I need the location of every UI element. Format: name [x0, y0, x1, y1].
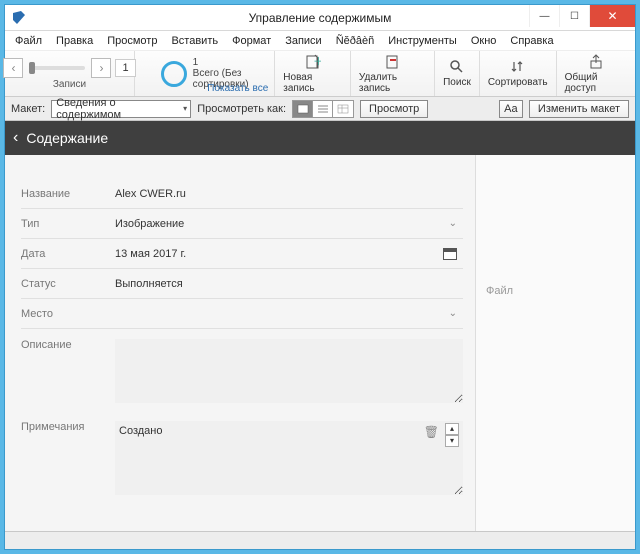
- sort-icon: [510, 59, 526, 75]
- layout-label: Макет:: [11, 103, 45, 115]
- section-header: ‹ Содержание: [5, 121, 635, 155]
- side-panel: Файл: [475, 155, 635, 531]
- notes-label: Примечания: [21, 421, 115, 433]
- description-textarea[interactable]: [115, 339, 463, 403]
- name-label: Название: [21, 188, 115, 200]
- desc-label: Описание: [21, 339, 115, 351]
- menu-records[interactable]: Записи: [279, 33, 328, 49]
- total-line1: Всего (Без: [193, 68, 249, 79]
- record-number[interactable]: 1: [115, 59, 135, 77]
- view-table-button[interactable]: [333, 101, 353, 117]
- toolbar: ‹ › 1 Записи 1 Всего (Без сортировки) По…: [5, 51, 635, 97]
- calendar-icon[interactable]: [443, 248, 457, 260]
- search-button[interactable]: Поиск: [435, 51, 480, 96]
- chevron-down-icon: ⌄: [443, 308, 463, 319]
- menu-format[interactable]: Формат: [226, 33, 277, 49]
- delete-record-button[interactable]: Удалить запись: [351, 51, 435, 96]
- search-icon: [449, 59, 465, 75]
- menu-bar: Файл Правка Просмотр Вставить Формат Зап…: [5, 31, 635, 51]
- menu-service[interactable]: Ñĕðâèñ: [330, 33, 381, 49]
- date-field[interactable]: 13 мая 2017 г.: [115, 246, 463, 262]
- record-slider[interactable]: [29, 66, 85, 70]
- close-button[interactable]: ✕: [589, 5, 635, 27]
- notes-textarea[interactable]: [115, 421, 463, 495]
- note-up-button[interactable]: ▴: [445, 423, 459, 435]
- edit-layout-button[interactable]: Изменить макет: [529, 100, 629, 118]
- type-label: Тип: [21, 218, 115, 230]
- place-label: Место: [21, 308, 115, 320]
- status-label: Статус: [21, 278, 115, 290]
- title-bar: Управление содержимым — ☐ ✕: [5, 5, 635, 31]
- view-form-button[interactable]: [293, 101, 313, 117]
- maximize-button[interactable]: ☐: [559, 5, 589, 27]
- menu-tools[interactable]: Инструменты: [382, 33, 463, 49]
- menu-help[interactable]: Справка: [504, 33, 559, 49]
- menu-insert[interactable]: Вставить: [165, 33, 224, 49]
- trash-icon[interactable]: 🗑: [424, 425, 439, 439]
- file-label: Файл: [486, 285, 625, 297]
- date-label: Дата: [21, 248, 115, 260]
- type-dropdown[interactable]: Изображение⌄: [115, 216, 463, 232]
- svg-text:＋: ＋: [313, 56, 321, 68]
- note-down-button[interactable]: ▾: [445, 435, 459, 447]
- share-button[interactable]: Общий доступ: [557, 51, 635, 96]
- viewas-label: Просмотреть как:: [197, 103, 286, 115]
- section-title: Содержание: [26, 130, 108, 146]
- layout-dropdown[interactable]: Сведения о содержимом: [51, 100, 191, 118]
- layout-bar: Макет: Сведения о содержимом Просмотреть…: [5, 97, 635, 121]
- view-list-button[interactable]: [313, 101, 333, 117]
- new-record-icon: ＋: [305, 54, 321, 70]
- place-dropdown[interactable]: ⌄: [115, 308, 463, 319]
- name-field[interactable]: [115, 186, 463, 202]
- delete-record-icon: [385, 54, 401, 70]
- total-count: 1: [193, 57, 249, 68]
- share-icon: [588, 54, 604, 70]
- prev-record-button[interactable]: ‹: [3, 58, 23, 78]
- records-label: Записи: [53, 79, 86, 90]
- sort-button[interactable]: Сортировать: [480, 51, 557, 96]
- aa-button[interactable]: Aa: [499, 100, 523, 118]
- menu-window[interactable]: Окно: [465, 33, 503, 49]
- form-panel: Название Тип Изображение⌄ Дата 13 мая 20…: [5, 155, 475, 531]
- menu-edit[interactable]: Правка: [50, 33, 99, 49]
- pie-icon: [161, 61, 187, 87]
- new-record-button[interactable]: ＋ Новая запись: [275, 51, 351, 96]
- menu-file[interactable]: Файл: [9, 33, 48, 49]
- show-all-link[interactable]: Показать все: [207, 83, 268, 94]
- chevron-down-icon: ⌄: [443, 218, 463, 229]
- menu-view[interactable]: Просмотр: [101, 33, 163, 49]
- view-mode-buttons: [292, 100, 354, 118]
- minimize-button[interactable]: —: [529, 5, 559, 27]
- status-bar: [5, 531, 635, 549]
- preview-button[interactable]: Просмотр: [360, 100, 428, 118]
- status-field[interactable]: [115, 276, 463, 292]
- next-record-button[interactable]: ›: [91, 58, 111, 78]
- back-icon[interactable]: ‹: [13, 129, 18, 147]
